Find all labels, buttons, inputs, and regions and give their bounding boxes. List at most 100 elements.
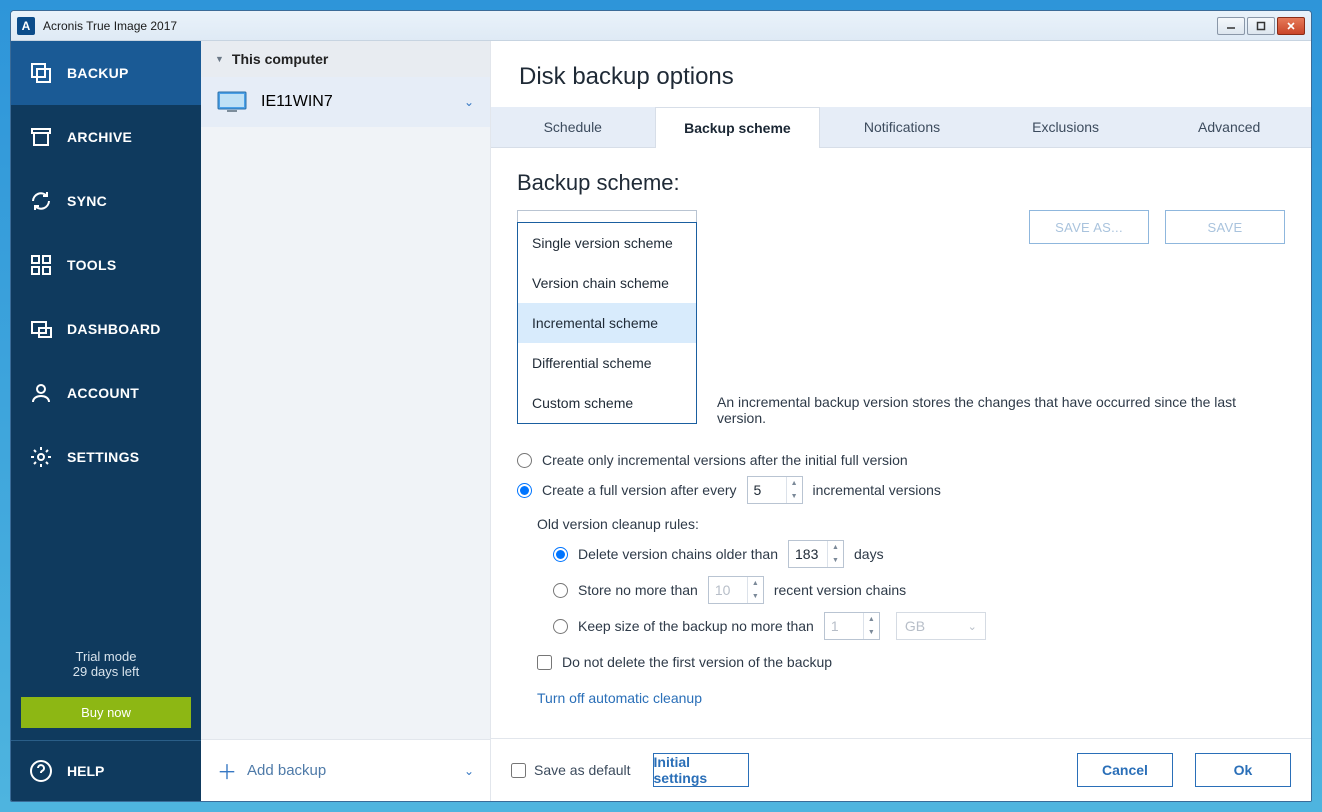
scheme-option-version-chain[interactable]: Version chain scheme [518,263,696,303]
trial-days-label: 29 days left [21,664,191,679]
sidebar-item-help[interactable]: HELP [11,740,201,801]
full-every-input[interactable]: 5 ▲▼ [747,476,803,504]
sidebar-item-backup[interactable]: BACKUP [11,41,201,105]
radio-delete-older[interactable]: Delete version chains older than 183 ▲▼ … [553,540,1285,568]
radio-label-suffix: days [854,546,884,562]
buy-now-button[interactable]: Buy now [21,697,191,728]
sidebar-label: ARCHIVE [67,129,132,145]
backup-item[interactable]: IE11WIN7 ⌄ [201,77,490,127]
trial-info: Trial mode 29 days left [11,643,201,691]
sidebar-label: SYNC [67,193,107,209]
checkbox-input[interactable] [537,655,552,670]
checkbox-label: Do not delete the first version of the b… [562,654,832,670]
spin-down-icon[interactable]: ▼ [787,490,802,503]
sidebar-item-dashboard[interactable]: DASHBOARD [11,297,201,361]
radio-input[interactable] [553,547,568,562]
collapse-icon: ▼ [215,54,224,64]
scheme-option-incremental[interactable]: Incremental scheme [518,303,696,343]
maximize-button[interactable] [1247,17,1275,35]
radio-label: Delete version chains older than [578,546,778,562]
main-panel: Disk backup options Schedule Backup sche… [491,41,1311,801]
spin-down-icon[interactable]: ▼ [828,554,843,567]
spin-down-icon[interactable]: ▼ [748,590,763,603]
tab-backup-scheme[interactable]: Backup scheme [655,107,821,148]
tools-icon [29,253,53,277]
sync-icon [29,189,53,213]
sidebar: BACKUP ARCHIVE SYNC TOOLS DASHBOARD [11,41,201,801]
scheme-description: An incremental backup version stores the… [717,394,1285,426]
ok-button[interactable]: Ok [1195,753,1291,787]
sidebar-item-account[interactable]: ACCOUNT [11,361,201,425]
scheme-option-differential[interactable]: Differential scheme [518,343,696,383]
spin-up-icon[interactable]: ▲ [864,613,879,626]
radio-input[interactable] [517,483,532,498]
size-unit-select[interactable]: GB ⌄ [896,612,986,640]
radio-label-suffix: recent version chains [774,582,906,598]
sidebar-label: TOOLS [67,257,116,273]
checkbox-input[interactable] [511,763,526,778]
input-value: 5 [754,482,762,498]
spinner[interactable]: ▲▼ [827,541,843,567]
sidebar-label: DASHBOARD [67,321,161,337]
radio-store-no-more[interactable]: Store no more than 10 ▲▼ recent version … [553,576,1285,604]
content-area: Backup scheme: Incremental scheme ⌄ SAVE… [491,148,1311,738]
store-max-input[interactable]: 10 ▲▼ [708,576,764,604]
cancel-button[interactable]: Cancel [1077,753,1173,787]
radio-input[interactable] [553,583,568,598]
turn-off-cleanup-link[interactable]: Turn off automatic cleanup [537,690,702,706]
titlebar: A Acronis True Image 2017 [11,11,1311,41]
max-size-input[interactable]: 1 ▲▼ [824,612,880,640]
spin-up-icon[interactable]: ▲ [828,541,843,554]
radio-keep-size[interactable]: Keep size of the backup no more than 1 ▲… [553,612,1285,640]
help-icon [29,759,53,783]
sidebar-item-tools[interactable]: TOOLS [11,233,201,297]
spinner[interactable]: ▲▼ [747,577,763,603]
sidebar-item-settings[interactable]: SETTINGS [11,425,201,489]
backup-list-header-label: This computer [232,51,328,67]
input-value: 10 [715,582,731,598]
spin-up-icon[interactable]: ▲ [748,577,763,590]
scheme-option-custom[interactable]: Custom scheme [518,383,696,423]
account-icon [29,381,53,405]
sidebar-item-archive[interactable]: ARCHIVE [11,105,201,169]
spinner[interactable]: ▲▼ [786,477,802,503]
tab-notifications[interactable]: Notifications [820,107,984,147]
save-as-button[interactable]: SAVE AS... [1029,210,1149,244]
backup-icon [29,61,53,85]
radio-only-incremental[interactable]: Create only incremental versions after t… [517,452,1285,468]
close-button[interactable] [1277,17,1305,35]
sidebar-label: ACCOUNT [67,385,139,401]
spin-down-icon[interactable]: ▼ [864,626,879,639]
add-backup-label: Add backup [247,762,326,779]
tab-schedule[interactable]: Schedule [491,107,655,147]
app-icon: A [17,17,35,35]
minimize-button[interactable] [1217,17,1245,35]
app-window: A Acronis True Image 2017 BACKUP ARCHIVE [10,10,1312,802]
save-default-checkbox[interactable]: Save as default [511,762,631,778]
tab-advanced[interactable]: Advanced [1147,107,1311,147]
settings-icon [29,445,53,469]
spinner[interactable]: ▲▼ [863,613,879,639]
scheme-option-single[interactable]: Single version scheme [518,223,696,263]
chevron-down-icon: ⌄ [464,764,474,778]
input-value: 1 [831,618,839,634]
checkbox-keep-first[interactable]: Do not delete the first version of the b… [537,654,1285,670]
radio-input[interactable] [553,619,568,634]
initial-settings-button[interactable]: Initial settings [653,753,749,787]
section-title: Backup scheme: [517,170,1285,196]
chevron-down-icon: ⌄ [968,620,977,633]
add-backup-button[interactable]: ＋ Add backup ⌄ [201,739,490,801]
sidebar-item-sync[interactable]: SYNC [11,169,201,233]
radio-label: Store no more than [578,582,698,598]
radio-label: Create only incremental versions after t… [542,452,908,468]
save-button[interactable]: SAVE [1165,210,1285,244]
spin-up-icon[interactable]: ▲ [787,477,802,490]
radio-input[interactable] [517,453,532,468]
plus-icon: ＋ [217,756,237,785]
tab-exclusions[interactable]: Exclusions [984,107,1148,147]
backup-list-header[interactable]: ▼ This computer [201,41,490,77]
scheme-buttons: SAVE AS... SAVE [1029,210,1285,244]
radio-full-after-every[interactable]: Create a full version after every 5 ▲▼ i… [517,476,1285,504]
older-than-input[interactable]: 183 ▲▼ [788,540,844,568]
monitor-icon [217,91,247,113]
